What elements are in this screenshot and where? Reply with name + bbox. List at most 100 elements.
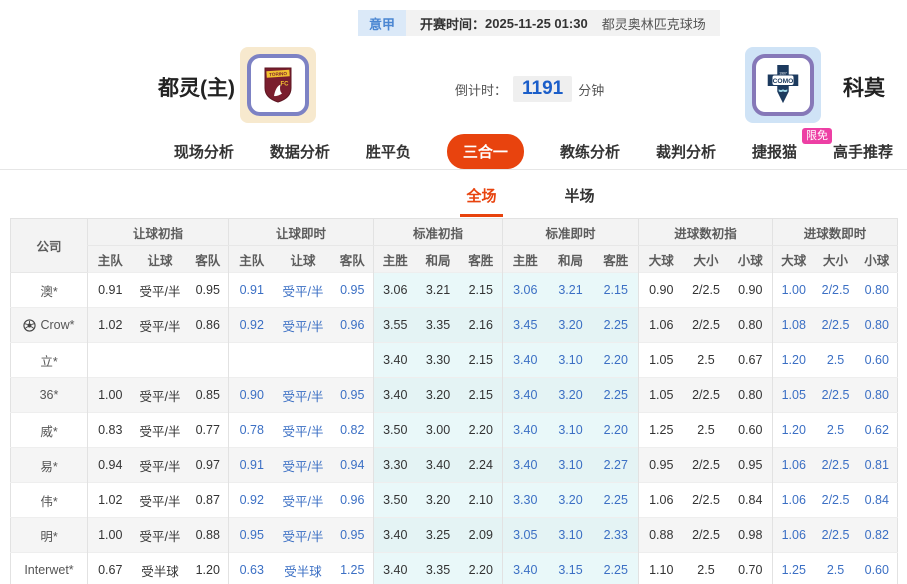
odds-cell: 2.20 xyxy=(460,413,503,448)
odds-cell[interactable]: 2.25 xyxy=(594,378,639,413)
odds-cell[interactable]: 3.05 xyxy=(503,518,548,553)
odds-cell[interactable]: 2.25 xyxy=(594,308,639,343)
odds-cell[interactable]: 受平/半 xyxy=(275,378,332,413)
odds-cell[interactable]: 受平/半 xyxy=(275,273,332,308)
odds-cell[interactable]: 受平/半 xyxy=(275,483,332,518)
company-cell-inner: 易* xyxy=(12,456,86,475)
odds-cell[interactable]: 2/2.5 xyxy=(815,483,857,518)
odds-cell[interactable]: 1.00 xyxy=(773,273,815,308)
odds-cell[interactable]: 3.10 xyxy=(548,413,594,448)
odds-cell[interactable]: 0.60 xyxy=(857,343,898,378)
odds-cell[interactable]: 0.63 xyxy=(229,553,275,584)
odds-cell[interactable]: 1.20 xyxy=(773,413,815,448)
odds-cell[interactable]: 2.5 xyxy=(815,343,857,378)
odds-cell[interactable]: 3.45 xyxy=(503,308,548,343)
odds-cell[interactable]: 2/2.5 xyxy=(815,518,857,553)
odds-cell[interactable]: 2.5 xyxy=(815,413,857,448)
tab-1[interactable]: 全场 xyxy=(460,179,502,217)
odds-cell[interactable]: 3.40 xyxy=(503,553,548,584)
nav-item-1[interactable]: 现场分析 xyxy=(174,141,234,162)
odds-cell[interactable]: 0.90 xyxy=(229,378,275,413)
odds-cell[interactable]: 3.20 xyxy=(548,378,594,413)
odds-cell[interactable]: 1.06 xyxy=(773,483,815,518)
odds-cell[interactable]: 3.06 xyxy=(503,273,548,308)
odds-cell[interactable]: 0.82 xyxy=(857,518,898,553)
odds-cell[interactable]: 0.96 xyxy=(332,308,374,343)
odds-cell[interactable]: 2.25 xyxy=(594,553,639,584)
odds-cell[interactable]: 0.80 xyxy=(857,308,898,343)
tab-2[interactable]: 半场 xyxy=(559,179,601,217)
odds-cell[interactable]: 0.62 xyxy=(857,413,898,448)
odds-cell[interactable]: 0.81 xyxy=(857,448,898,483)
nav-item-2[interactable]: 数据分析 xyxy=(270,141,330,162)
odds-cell[interactable]: 3.20 xyxy=(548,308,594,343)
league-badge[interactable]: 意甲 xyxy=(358,10,406,36)
odds-cell[interactable]: 2.20 xyxy=(594,343,639,378)
odds-cell[interactable]: 0.96 xyxy=(332,483,374,518)
odds-cell[interactable]: 0.95 xyxy=(332,518,374,553)
company-cell-inner: Interwet* xyxy=(12,563,86,577)
odds-cell[interactable]: 2.33 xyxy=(594,518,639,553)
odds-cell[interactable]: 3.15 xyxy=(548,553,594,584)
odds-cell[interactable]: 1.25 xyxy=(773,553,815,584)
odds-cell[interactable]: 3.10 xyxy=(548,343,594,378)
odds-cell[interactable]: 3.20 xyxy=(548,483,594,518)
odds-cell[interactable]: 0.84 xyxy=(857,483,898,518)
odds-cell[interactable]: 3.10 xyxy=(548,518,594,553)
odds-cell[interactable]: 0.82 xyxy=(332,413,374,448)
odds-cell: 0.67 xyxy=(88,553,133,584)
odds-cell[interactable]: 0.80 xyxy=(857,378,898,413)
odds-cell[interactable]: 1.25 xyxy=(332,553,374,584)
odds-cell[interactable]: 3.40 xyxy=(503,413,548,448)
odds-cell[interactable]: 3.21 xyxy=(548,273,594,308)
odds-cell[interactable]: 3.40 xyxy=(503,378,548,413)
odds-cell[interactable]: 2.5 xyxy=(815,553,857,584)
odds-cell[interactable]: 0.94 xyxy=(332,448,374,483)
odds-cell[interactable]: 2.27 xyxy=(594,448,639,483)
nav-item-3[interactable]: 胜平负 xyxy=(366,141,411,162)
odds-cell[interactable]: 受平/半 xyxy=(275,413,332,448)
odds-cell: 1.02 xyxy=(88,483,133,518)
odds-cell[interactable]: 2/2.5 xyxy=(815,308,857,343)
odds-cell[interactable]: 受半球 xyxy=(275,553,332,584)
odds-cell[interactable]: 0.95 xyxy=(332,378,374,413)
odds-cell[interactable]: 0.95 xyxy=(332,273,374,308)
odds-cell[interactable]: 2.20 xyxy=(594,413,639,448)
nav-item-7[interactable]: 捷报猫限免 xyxy=(752,141,797,162)
odds-cell[interactable]: 2.15 xyxy=(594,273,639,308)
odds-cell[interactable]: 0.92 xyxy=(229,308,275,343)
odds-cell[interactable]: 1.08 xyxy=(773,308,815,343)
nav-item-5[interactable]: 教练分析 xyxy=(560,141,620,162)
odds-cell[interactable]: 1.06 xyxy=(773,448,815,483)
odds-cell[interactable]: 0.91 xyxy=(229,273,275,308)
odds-cell[interactable]: 3.40 xyxy=(503,448,548,483)
odds-cell[interactable]: 1.05 xyxy=(773,378,815,413)
nav-item-6[interactable]: 裁判分析 xyxy=(656,141,716,162)
odds-cell[interactable]: 0.80 xyxy=(857,273,898,308)
odds-cell[interactable]: 0.60 xyxy=(857,553,898,584)
nav-item-4[interactable]: 三合一 xyxy=(447,134,524,169)
odds-cell[interactable]: 0.78 xyxy=(229,413,275,448)
odds-cell[interactable]: 受平/半 xyxy=(275,308,332,343)
odds-cell[interactable]: 0.95 xyxy=(229,518,275,553)
group-header-6: 进球数即时 xyxy=(773,219,898,246)
odds-cell[interactable]: 1.20 xyxy=(773,343,815,378)
odds-cell[interactable]: 1.06 xyxy=(773,518,815,553)
odds-cell[interactable]: 2/2.5 xyxy=(815,448,857,483)
company-name: 明* xyxy=(40,526,57,545)
odds-cell[interactable]: 受平/半 xyxy=(275,448,332,483)
odds-cell[interactable]: 3.40 xyxy=(503,343,548,378)
odds-cell[interactable]: 2.25 xyxy=(594,483,639,518)
odds-cell[interactable]: 受平/半 xyxy=(275,518,332,553)
group-header-1: 让球初指 xyxy=(88,219,229,246)
odds-cell[interactable]: 2/2.5 xyxy=(815,378,857,413)
odds-cell: 3.50 xyxy=(374,483,417,518)
odds-cell[interactable]: 3.10 xyxy=(548,448,594,483)
odds-cell: 0.95 xyxy=(188,273,229,308)
nav-item-8[interactable]: 高手推荐 xyxy=(833,141,893,162)
odds-cell[interactable]: 0.91 xyxy=(229,448,275,483)
odds-cell[interactable]: 2/2.5 xyxy=(815,273,857,308)
odds-cell[interactable]: 3.30 xyxy=(503,483,548,518)
odds-cell[interactable]: 0.92 xyxy=(229,483,275,518)
company-name: Crow* xyxy=(40,318,74,332)
